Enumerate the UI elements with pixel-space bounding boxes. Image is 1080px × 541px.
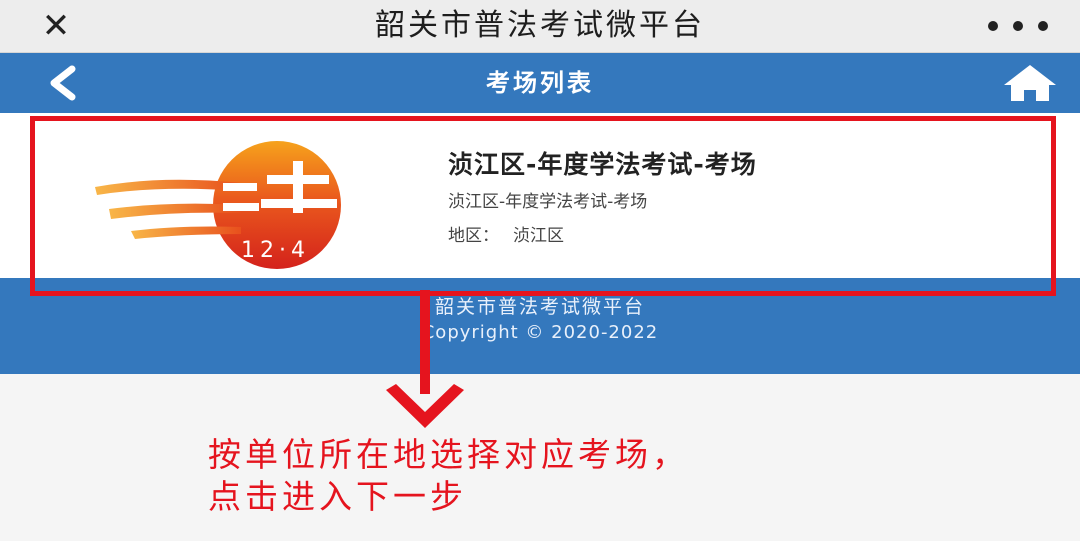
instruction-line-1: 按单位所在地选择对应考场，	[208, 435, 689, 474]
exam-subtitle: 浈江区-年度学法考试-考场	[448, 192, 648, 212]
logo-text: 12·4	[241, 238, 310, 263]
region-value: 浈江区	[513, 226, 564, 246]
app-title: 韶关市普法考试微平台	[375, 8, 705, 43]
back-icon[interactable]	[42, 65, 86, 101]
exam-region: 地区： 浈江区	[448, 221, 578, 246]
exam-title: 浈江区-年度学法考试-考场	[448, 150, 757, 179]
top-bar: ✕ 韶关市普法考试微平台	[0, 0, 1080, 53]
page-title: 考场列表	[486, 69, 594, 97]
list-item[interactable]: 12·4 浈江区-年度学法考试-考场 浈江区-年度学法考试-考场 地区： 浈江区	[30, 116, 1056, 296]
nav-bar: 考场列表	[0, 53, 1080, 113]
more-dot	[1038, 21, 1048, 31]
down-arrow-icon	[386, 290, 464, 428]
instruction-line-2: 点击进入下一步	[208, 477, 467, 516]
more-icon[interactable]	[988, 8, 1048, 44]
home-icon[interactable]	[1002, 63, 1058, 103]
footer-copyright: Copyright © 2020-2022	[421, 322, 659, 343]
close-icon[interactable]: ✕	[36, 6, 76, 46]
region-label: 地区：	[448, 226, 499, 246]
more-dot	[988, 21, 998, 31]
footer-title: 韶关市普法考试微平台	[434, 296, 645, 318]
law-logo-icon: 12·4	[95, 141, 341, 269]
more-dot	[1013, 21, 1023, 31]
